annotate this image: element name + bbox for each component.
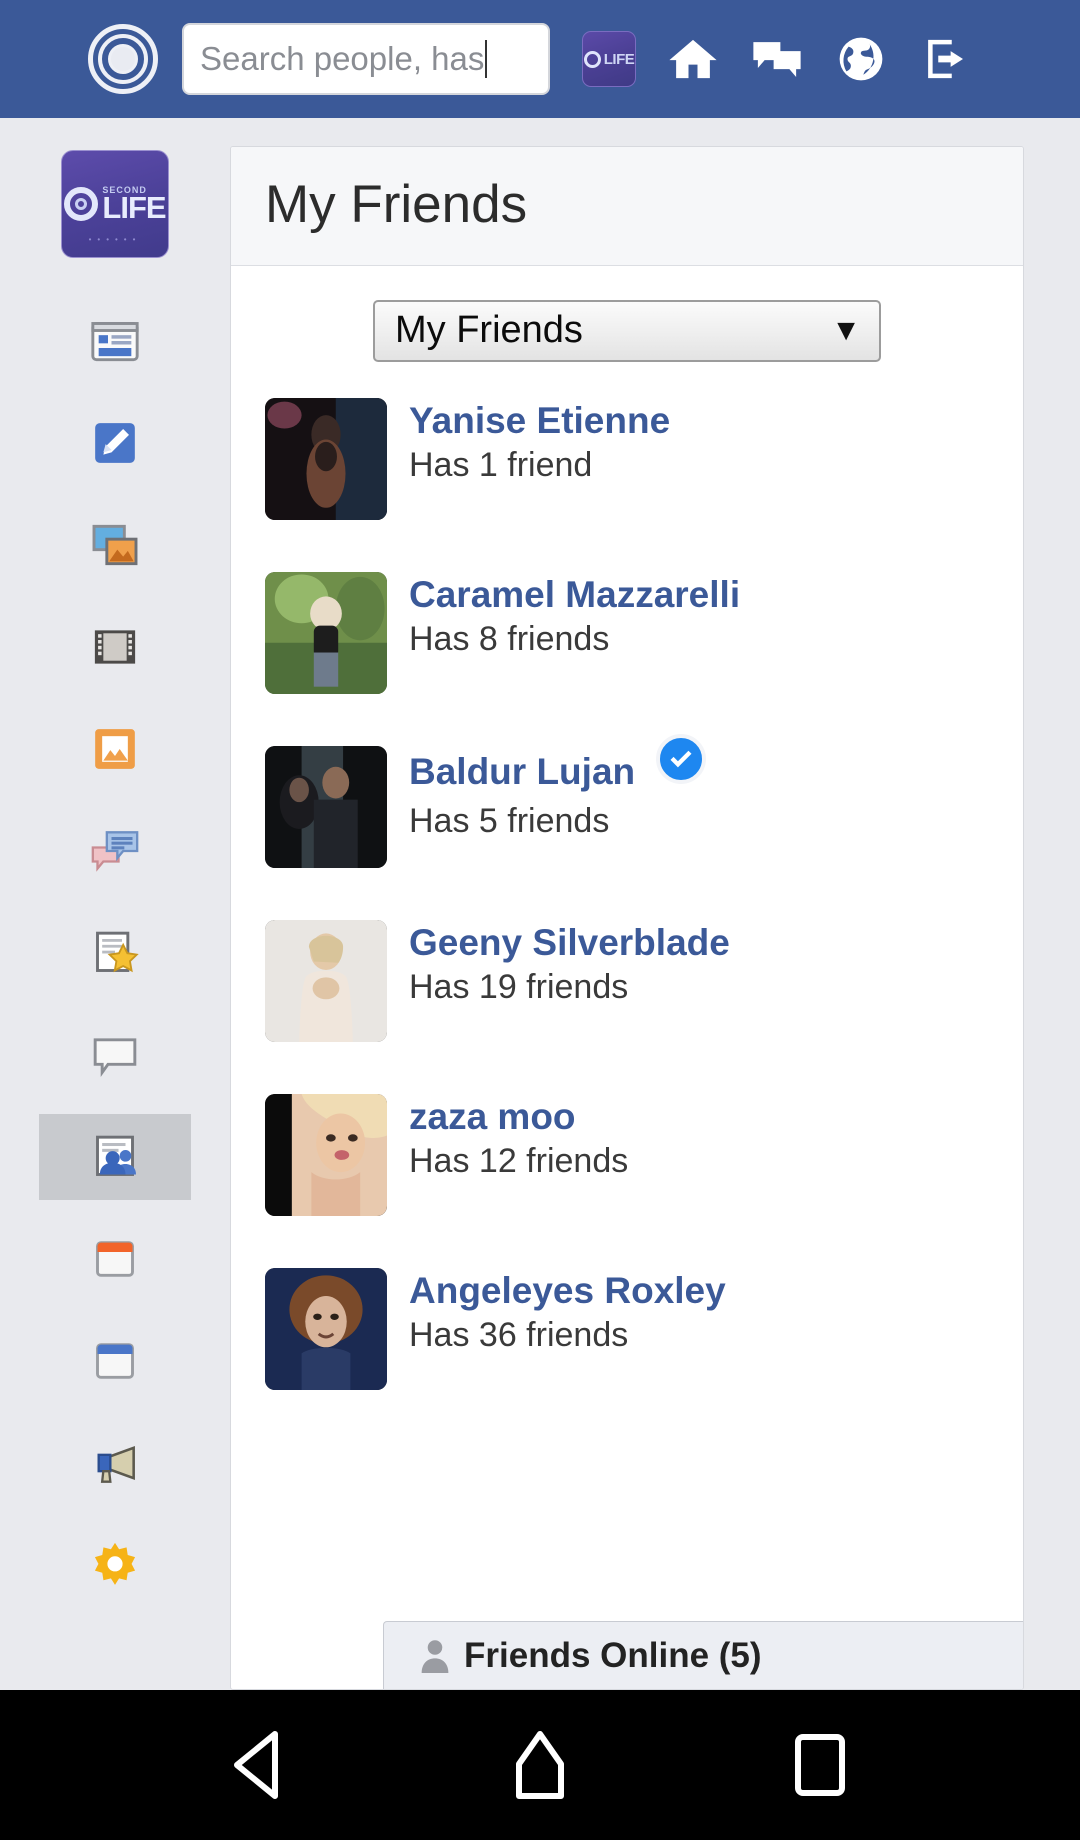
card-body: My Friends ▼ Yanise Etienne Has 1 friend… [231,266,1023,1689]
nav-recents-button[interactable] [775,1720,865,1810]
friends-online-label: Friends Online (5) [464,1635,762,1675]
app-icon-label: LIFE [603,50,635,68]
sidebar-item-write[interactable] [39,400,191,486]
list-item[interactable]: zaza moo Has 12 friends [231,1090,1023,1264]
list-item-meta: Caramel Mazzarelli Has 8 friends [387,568,740,660]
second-life-app-icon[interactable]: LIFE [582,31,636,87]
second-life-brand-tile[interactable]: SECOND LIFE •••••• [61,150,169,258]
verified-badge-icon [655,733,706,784]
friends-online-bar[interactable]: Friends Online (5) [383,1621,1023,1689]
logout-icon[interactable] [918,32,972,86]
calendar-orange-icon [87,1231,143,1287]
friends-list: Yanise Etienne Has 1 friend Caramel Mazz… [231,394,1023,1438]
left-sidebar: SECOND LIFE •••••• [0,118,230,1690]
avatar[interactable] [265,1093,387,1216]
chevron-down-icon: ▼ [831,313,861,347]
sidebar-item-photos[interactable] [39,502,191,588]
friend-name[interactable]: Caramel Mazzarelli [409,574,740,617]
avatar[interactable] [265,919,387,1042]
nav-back-button[interactable] [215,1720,305,1810]
window-blue-icon [87,1333,143,1389]
people-card-icon [87,1129,143,1185]
brand-wordmark: LIFE [102,189,166,225]
list-item-meta: Angeleyes Roxley Has 36 friends [387,1264,726,1356]
chat-icon[interactable] [750,32,804,86]
search-input[interactable]: Search people, has [182,23,550,95]
page-title: My Friends [265,175,528,234]
globe-icon[interactable] [834,32,888,86]
filmstrip-icon [87,619,143,675]
sidebar-item-announcements[interactable] [39,1420,191,1506]
friend-name[interactable]: Geeny Silverblade [409,922,730,965]
friends-card: My Friends My Friends ▼ Yanise Etienne H… [230,146,1024,1690]
list-item-meta: zaza moo Has 12 friends [387,1090,628,1182]
nav-home-button[interactable] [495,1720,585,1810]
list-item[interactable]: Caramel Mazzarelli Has 8 friends [231,568,1023,742]
avatar[interactable] [265,397,387,520]
friends-filter-select[interactable]: My Friends ▼ [373,299,881,362]
page-star-icon [87,925,143,981]
sidebar-item-feed[interactable] [39,298,191,384]
sidebar-item-friends[interactable] [39,1114,191,1200]
list-item[interactable]: Angeleyes Roxley Has 36 friends [231,1264,1023,1438]
friends-filter-value: My Friends [395,309,583,352]
speech-bubbles-icon [87,823,143,879]
sidebar-item-settings[interactable] [39,1522,191,1608]
list-item[interactable]: Geeny Silverblade Has 19 friends [231,916,1023,1090]
android-navigation-bar [0,1690,1080,1840]
friend-name[interactable]: Baldur Lujan [409,751,635,794]
list-item[interactable]: Yanise Etienne Has 1 friend [231,394,1023,568]
avatar[interactable] [265,1267,387,1390]
sidebar-item-notes[interactable] [39,1012,191,1098]
avatar[interactable] [265,745,387,868]
friend-subtitle: Has 8 friends [409,620,610,659]
person-icon [420,1639,450,1673]
card-header: My Friends [231,147,1023,266]
megaphone-icon [87,1435,143,1491]
brand-dots: •••••• [88,235,142,244]
friend-name[interactable]: Yanise Etienne [409,400,670,443]
sidebar-item-events[interactable] [39,1216,191,1302]
sidebar-item-favorites[interactable] [39,910,191,996]
friend-subtitle: Has 19 friends [409,968,629,1007]
newspaper-icon [87,313,143,369]
list-item-meta: Baldur Lujan Has 5 friends [387,733,706,841]
list-item[interactable]: Baldur Lujan Has 5 friends [231,733,1023,916]
friend-subtitle: Has 36 friends [409,1316,629,1355]
sidebar-item-messages[interactable] [39,808,191,894]
top-app-bar: Search people, has LIFE [0,0,1080,118]
brand-ring-icon [64,187,99,221]
photos-icon [87,517,143,573]
avatar[interactable] [265,571,387,694]
friend-name[interactable]: Angeleyes Roxley [409,1270,726,1313]
friend-name[interactable]: zaza moo [409,1096,576,1139]
friend-subtitle: Has 12 friends [409,1142,629,1181]
page-body: SECOND LIFE •••••• My Friends My Friends… [0,118,1080,1690]
second-life-logo[interactable] [86,22,160,96]
app-screen: Search people, has LIFE SECOND LIFE ••••… [0,0,1080,1840]
callout-icon [87,1027,143,1083]
main-content: My Friends My Friends ▼ Yanise Etienne H… [230,118,1080,1690]
friend-subtitle: Has 1 friend [409,446,593,485]
picture-frame-icon [87,721,143,777]
home-icon[interactable] [666,32,720,86]
sidebar-item-videos[interactable] [39,604,191,690]
sidebar-item-groups[interactable] [39,1318,191,1404]
list-item-meta: Geeny Silverblade Has 19 friends [387,916,730,1008]
pencil-icon [87,415,143,471]
sidebar-item-gallery[interactable] [39,706,191,792]
text-caret [485,40,488,78]
app-bar-icon-group: LIFE [582,31,972,87]
list-item-meta: Yanise Etienne Has 1 friend [387,394,670,486]
search-input-value: Search people, has [200,40,485,77]
gear-icon [87,1537,143,1593]
friend-subtitle: Has 5 friends [409,801,610,840]
